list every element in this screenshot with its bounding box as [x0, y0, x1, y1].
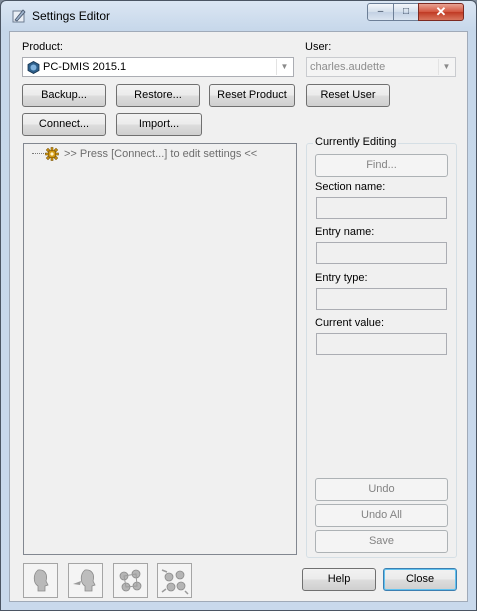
save-button[interactable]: Save [315, 530, 448, 553]
undo-button[interactable]: Undo [315, 478, 448, 501]
thumbnail-4[interactable] [157, 563, 192, 598]
chevron-down-icon[interactable]: ▼ [438, 59, 454, 75]
molecule-icon [119, 569, 142, 592]
help-button[interactable]: Help [302, 568, 376, 591]
connect-button[interactable]: Connect... [22, 113, 106, 136]
minimize-button[interactable]: – [367, 3, 394, 21]
close-window-button[interactable]: ✕ [418, 3, 464, 21]
reset-user-button[interactable]: Reset User [306, 84, 390, 107]
title-bar[interactable]: Settings Editor – □ ✕ [1, 1, 476, 31]
product-label: Product: [22, 41, 63, 53]
user-label: User: [305, 41, 332, 53]
restore-button[interactable]: Restore... [116, 84, 200, 107]
window-title: Settings Editor [32, 9, 111, 23]
head-profile-icon [33, 569, 49, 592]
maximize-button[interactable]: □ [393, 3, 419, 21]
settings-tree[interactable]: >> Press [Connect...] to edit settings <… [23, 143, 297, 555]
currently-editing-title: Currently Editing [313, 136, 399, 148]
dialog-client-area: Product: PC-DMIS 2015.1 ▼ User: charles.… [9, 31, 468, 602]
import-button[interactable]: Import... [116, 113, 202, 136]
product-globe-icon [27, 61, 40, 74]
thumbnail-3[interactable] [113, 563, 148, 598]
section-name-field[interactable] [316, 197, 447, 219]
tree-connector [32, 153, 46, 154]
section-name-label: Section name: [315, 181, 386, 193]
entry-name-label: Entry name: [315, 226, 375, 238]
product-dropdown[interactable]: PC-DMIS 2015.1 ▼ [22, 57, 294, 77]
close-button[interactable]: Close [383, 568, 457, 591]
undo-all-button[interactable]: Undo All [315, 504, 448, 527]
reset-product-button[interactable]: Reset Product [209, 84, 295, 107]
entry-type-label: Entry type: [315, 272, 368, 284]
backup-button[interactable]: Backup... [22, 84, 106, 107]
app-icon [12, 9, 26, 23]
chevron-down-icon[interactable]: ▼ [276, 59, 292, 75]
user-dropdown[interactable]: charles.audette ▼ [306, 57, 456, 77]
product-selected-value: PC-DMIS 2015.1 [43, 61, 127, 73]
molecule-arrows-icon [161, 569, 189, 595]
settings-editor-window: Settings Editor – □ ✕ Product: PC-DMIS 2… [0, 0, 477, 611]
thumbnail-1[interactable] [23, 563, 58, 598]
user-selected-value: charles.audette [310, 61, 386, 73]
current-value-field[interactable] [316, 333, 447, 355]
thumbnail-2[interactable] [68, 563, 103, 598]
entry-type-field[interactable] [316, 288, 447, 310]
head-arrow-icon [73, 569, 96, 592]
find-button[interactable]: Find... [315, 154, 448, 177]
tree-item-connect-hint[interactable]: >> Press [Connect...] to edit settings <… [64, 148, 257, 160]
current-value-label: Current value: [315, 317, 385, 329]
entry-name-field[interactable] [316, 242, 447, 264]
settings-gear-icon [45, 147, 59, 161]
